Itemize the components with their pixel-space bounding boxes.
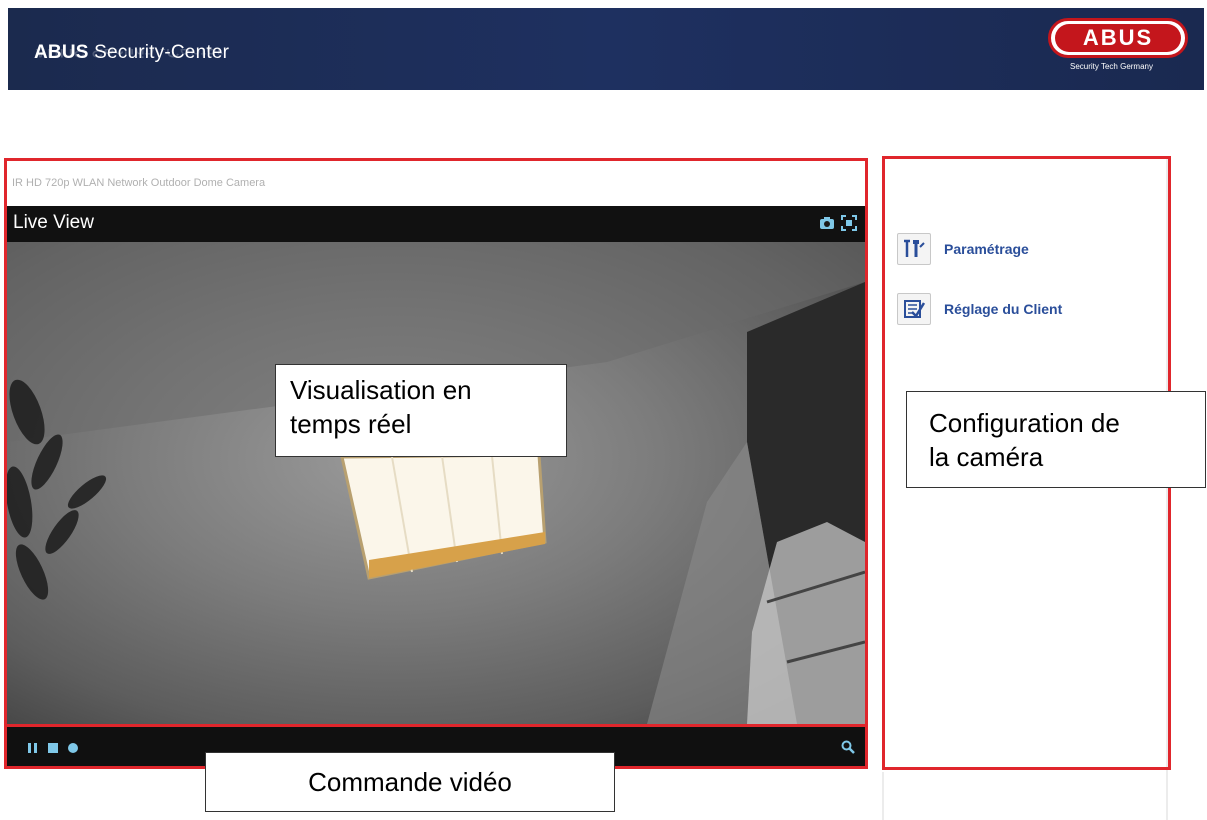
client-settings-icon <box>897 293 931 325</box>
logo-text: ABUS <box>1055 24 1181 52</box>
callout-config-line2: la caméra <box>929 442 1044 472</box>
abus-logo: ABUS <box>1048 18 1188 58</box>
menu-item-reglage-client[interactable]: Réglage du Client <box>897 293 1062 325</box>
callout-configuration: Configuration de la caméra <box>906 391 1206 488</box>
callout-live-view: Visualisation en temps réel <box>275 364 567 457</box>
menu-item-parametrage[interactable]: Paramétrage <box>897 233 1029 265</box>
logo-tagline: Security Tech Germany <box>1070 62 1153 71</box>
menu-item-label: Réglage du Client <box>944 301 1063 317</box>
app-title-reflection: ABUS Security-Center <box>34 49 224 60</box>
settings-tools-icon <box>897 233 931 265</box>
callout-live-line1: Visualisation en <box>290 375 472 405</box>
callout-video-text: Commande vidéo <box>308 767 512 797</box>
live-view-highlight <box>4 158 868 769</box>
app-header: ABUS Security-Center ABUS Security-Cente… <box>8 8 1204 90</box>
callout-live-line2: temps réel <box>290 409 412 439</box>
callout-config-line1: Configuration de <box>929 408 1120 438</box>
menu-item-label: Paramétrage <box>944 241 1029 257</box>
panel-edge-left <box>882 772 884 820</box>
callout-video-control: Commande vidéo <box>205 752 615 812</box>
